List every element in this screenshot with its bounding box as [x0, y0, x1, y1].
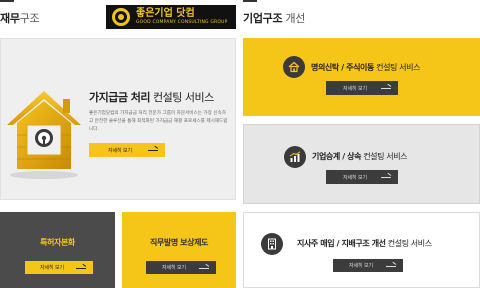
trust-card-title: 명의신탁 / 주식이동 컨설팅 서비스 [311, 62, 420, 73]
holding-card-title: 지사주 매입 / 지배구조 개선 컨설팅 서비스 [297, 238, 432, 249]
nominee-trust-card: 명의신탁 / 주식이동 컨설팅 서비스 자세히 보기 [243, 38, 480, 116]
building-icon [261, 233, 283, 255]
right-title-bold: 기업구조 [243, 12, 283, 25]
main-title-light: 컨설팅 서비스 [150, 91, 214, 104]
trust-detail-button[interactable]: 자세히 보기 [326, 81, 398, 95]
main-detail-button[interactable]: 자세히 보기 [89, 143, 165, 157]
patent-card-title: 특허자본화 [40, 238, 75, 247]
holding-detail-button[interactable]: 자세히 보기 [333, 259, 403, 272]
patent-capitalization-card: 특허자본화 자세히 보기 [0, 212, 115, 288]
succession-detail-button[interactable]: 자세히 보기 [326, 170, 398, 184]
holding-structure-card: 지사주 매입 / 지배구조 개선 컨설팅 서비스 자세히 보기 [243, 212, 480, 288]
comp-detail-button[interactable]: 자세히 보기 [146, 261, 216, 274]
right-title-light: 개선 [285, 12, 306, 25]
left-title-bold: 재무 [0, 12, 20, 25]
holding-title-light: 컨설팅 서비스 [385, 239, 432, 248]
comp-detail-label: 자세히 보기 [162, 265, 186, 271]
arrow-right-icon [148, 150, 158, 151]
succession-title-light: 컨설팅 서비스 [361, 152, 408, 161]
arrow-right-icon [381, 177, 391, 178]
arrow-right-icon [199, 267, 209, 269]
trust-title-light: 컨설팅 서비스 [373, 63, 421, 72]
main-title-bold: 가지급금 처리 [89, 91, 151, 104]
growth-chart-icon [284, 146, 306, 168]
trust-detail-label: 자세히 보기 [343, 85, 367, 92]
job-invention-card: 직무발명 보상제도 자세히 보기 [122, 212, 236, 288]
logo-mark-icon [112, 8, 130, 26]
company-logo[interactable]: 좋은기업 닷컴 GOOD COMPANY CONSULTING GROUP [106, 5, 236, 29]
left-header-bar [0, 0, 14, 2]
patent-detail-button[interactable]: 자세히 보기 [25, 261, 93, 274]
succession-card-title: 기업승계 / 상속 컨설팅 서비스 [312, 151, 408, 162]
house-lock-icon [7, 91, 81, 179]
main-card-title: 가지급금 처리 컨설팅 서비스 [89, 89, 214, 105]
right-header-bar [243, 0, 257, 2]
holding-detail-label: 자세히 보기 [349, 263, 373, 269]
trust-title-bold: 명의신탁 / 주식이동 [311, 63, 374, 72]
patent-detail-label: 자세히 보기 [40, 265, 64, 271]
arrow-right-icon [381, 88, 391, 89]
business-succession-card: 기업승계 / 상속 컨설팅 서비스 자세히 보기 [243, 124, 480, 204]
main-detail-label: 자세히 보기 [108, 147, 132, 154]
main-card-description: 좋은기업닷컴의 가지급금 처리 전문가 그룹이 자문서비스는 가장 신속하고 안… [89, 111, 228, 132]
comp-card-title: 직무발명 보상제도 [149, 238, 209, 247]
holding-title-bold: 지사주 매입 / 지배구조 개선 [297, 239, 386, 248]
right-section-title: 기업구조 개선 [243, 10, 305, 26]
logo-main-text: 좋은기업 닷컴 [136, 7, 195, 19]
succession-detail-label: 자세히 보기 [343, 174, 367, 181]
logo-sub-text: GOOD COMPANY CONSULTING GROUP [136, 19, 228, 25]
provisional-payment-card: 가지급금 처리 컨설팅 서비스 좋은기업닷컴의 가지급금 처리 전문가 그룹이 … [0, 38, 236, 200]
left-section-title: 재무구조 [0, 10, 40, 26]
arrow-right-icon [76, 267, 86, 269]
home-icon [283, 56, 305, 78]
left-title-light: 구조 [19, 12, 40, 25]
arrow-right-icon [386, 265, 396, 267]
succession-title-bold: 기업승계 / 상속 [312, 152, 362, 161]
